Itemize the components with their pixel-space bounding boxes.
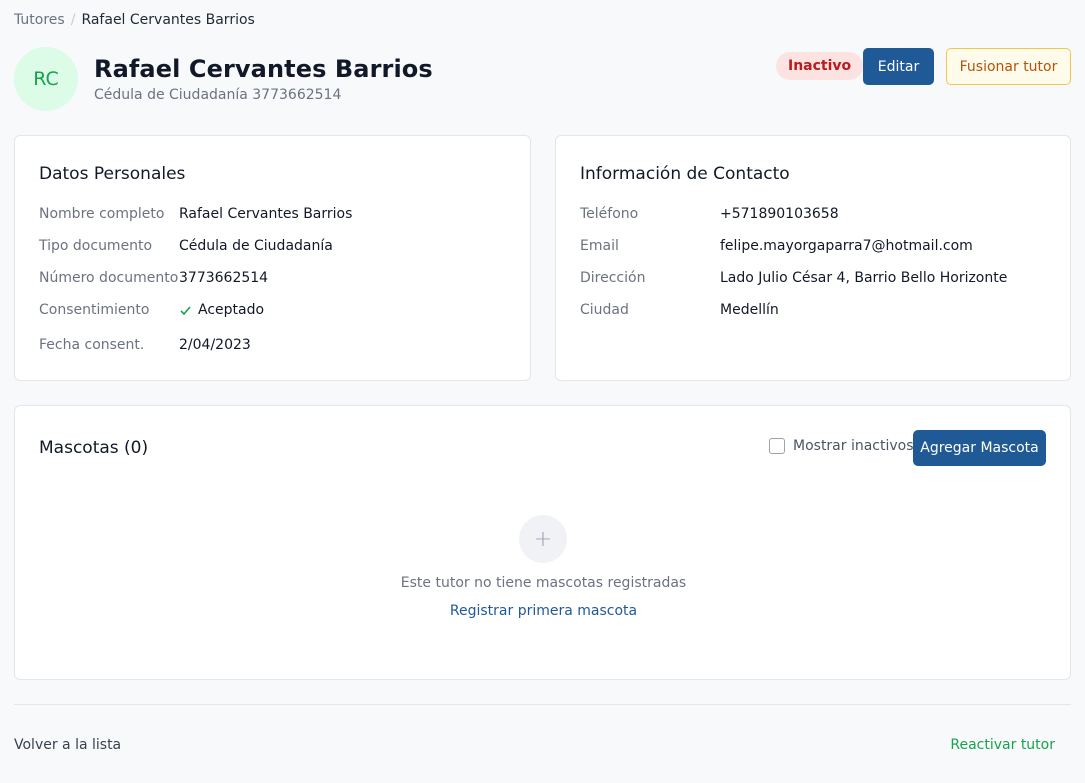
plus-icon: + xyxy=(519,515,567,563)
personal-data-card: Datos Personales Nombre completo Rafael … xyxy=(14,135,531,381)
pets-title: Mascotas (0) xyxy=(39,438,149,458)
pets-card: Mascotas (0) Mostrar inactivos Agregar M… xyxy=(14,405,1071,680)
check-icon xyxy=(180,305,191,315)
field-label: Dirección xyxy=(580,270,646,286)
register-first-pet-link: Registrar primera mascota xyxy=(15,603,1072,619)
field-value: Lado Julio César 4, Barrio Bello Horizon… xyxy=(720,270,1008,286)
show-inactive-toggle[interactable]: Mostrar inactivos xyxy=(769,438,914,454)
personal-row-fullname: Nombre completo Rafael Cervantes Barrios xyxy=(39,206,352,222)
show-inactive-checkbox[interactable] xyxy=(769,438,785,454)
edit-button[interactable]: Editar xyxy=(863,48,934,85)
back-to-list-link[interactable]: Volver a la lista xyxy=(14,737,121,753)
field-value: Rafael Cervantes Barrios xyxy=(179,206,353,222)
breadcrumb: Tutores / Rafael Cervantes Barrios xyxy=(14,12,255,28)
field-value: 3773662514 xyxy=(179,270,269,286)
merge-tutor-button[interactable]: Fusionar tutor xyxy=(946,48,1071,85)
page-title: Rafael Cervantes Barrios xyxy=(94,55,433,83)
field-value: +571890103658 xyxy=(720,206,839,222)
status-badge: Inactivo xyxy=(776,52,864,80)
contact-info-card: Información de Contacto Teléfono +571890… xyxy=(555,135,1071,381)
avatar: RC xyxy=(14,47,78,111)
show-inactive-label: Mostrar inactivos xyxy=(793,438,914,454)
empty-state-text: Este tutor no tiene mascotas registradas xyxy=(400,575,687,591)
contact-row-city: Ciudad Medellín xyxy=(580,302,779,318)
register-first-pet-link-label[interactable]: Registrar primera mascota xyxy=(450,603,637,619)
field-value: 2/04/2023 xyxy=(179,337,251,353)
breadcrumb-current: Rafael Cervantes Barrios xyxy=(81,12,255,28)
field-label: Fecha consent. xyxy=(39,337,145,353)
field-label: Email xyxy=(580,238,619,254)
personal-row-doctype: Tipo documento Cédula de Ciudadanía xyxy=(39,238,333,254)
field-value: Cédula de Ciudadanía xyxy=(179,238,333,254)
field-value: Medellín xyxy=(720,302,779,318)
breadcrumb-separator: / xyxy=(70,12,76,28)
field-label: Nombre completo xyxy=(39,206,165,222)
field-label: Consentimiento xyxy=(39,302,150,318)
contact-row-email: Email felipe.mayorgaparra7@hotmail.com xyxy=(580,238,973,254)
personal-data-title: Datos Personales xyxy=(39,164,186,184)
breadcrumb-root-link[interactable]: Tutores xyxy=(14,12,65,28)
personal-row-docnumber: Número documento 3773662514 xyxy=(39,270,268,286)
contact-info-title: Información de Contacto xyxy=(580,164,790,184)
field-label: Ciudad xyxy=(580,302,629,318)
contact-row-phone: Teléfono +571890103658 xyxy=(580,206,839,222)
contact-row-address: Dirección Lado Julio César 4, Barrio Bel… xyxy=(580,270,1007,286)
reactivate-tutor-link[interactable]: Reactivar tutor xyxy=(950,737,1055,753)
consent-status: Aceptado xyxy=(179,302,264,318)
consent-value: Aceptado xyxy=(198,302,265,318)
personal-row-consent: Consentimiento Aceptado xyxy=(39,302,264,318)
footer-divider xyxy=(14,704,1071,705)
field-label: Teléfono xyxy=(580,206,639,222)
field-label: Tipo documento xyxy=(39,238,153,254)
add-pet-button[interactable]: Agregar Mascota xyxy=(913,430,1046,466)
field-value: felipe.mayorgaparra7@hotmail.com xyxy=(720,238,973,254)
field-label: Número documento xyxy=(39,270,179,286)
personal-row-consent-date: Fecha consent. 2/04/2023 xyxy=(39,337,251,353)
document-subtitle: Cédula de Ciudadanía 3773662514 xyxy=(94,87,342,103)
